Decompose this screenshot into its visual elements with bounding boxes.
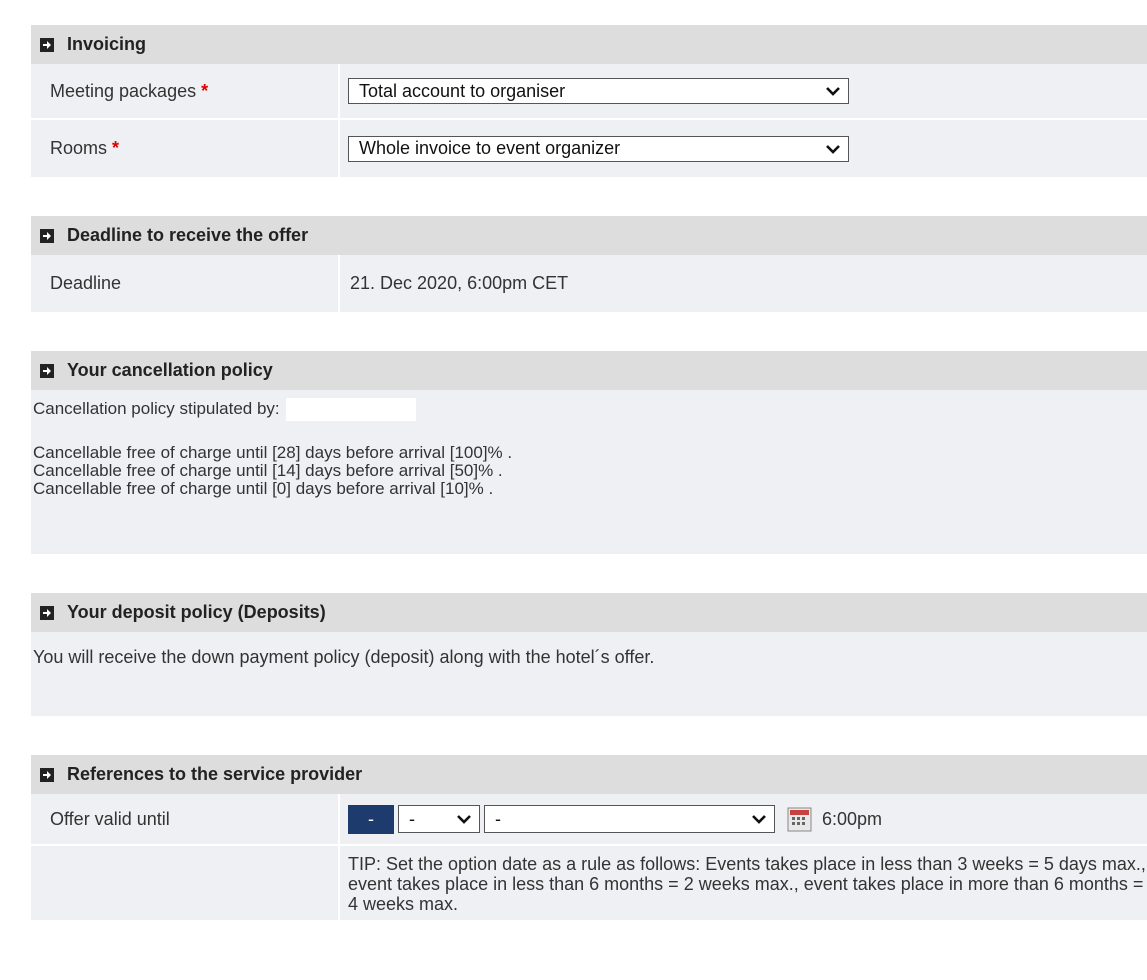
rooms-label-cell: Rooms *: [31, 120, 340, 177]
tip-label-cell: [31, 846, 340, 920]
invoicing-section: Invoicing Meeting packages * Total accou…: [31, 25, 1147, 177]
day-button[interactable]: -: [348, 804, 394, 834]
cancellation-body: Cancellation policy stipulated by: Cance…: [31, 390, 1147, 554]
deposit-header: Your deposit policy (Deposits): [31, 593, 1147, 632]
required-mark: *: [112, 138, 120, 158]
deadline-label: Deadline: [50, 273, 122, 293]
meeting-packages-row: Meeting packages * Total account to orga…: [31, 64, 1147, 120]
offer-valid-row: Offer valid until - - - 6:00pm: [31, 794, 1147, 846]
offer-valid-label-cell: Offer valid until: [31, 794, 340, 844]
cancellation-line: Cancellable free of charge until [0] day…: [33, 479, 494, 498]
cancellation-line: Cancellable free of charge until [28] da…: [33, 443, 513, 462]
stipulated-by-label: Cancellation policy stipulated by:: [33, 399, 280, 418]
meeting-packages-selected: Total account to organiser: [359, 80, 566, 101]
year-selected: -: [495, 808, 501, 829]
meeting-packages-value-cell: Total account to organiser: [340, 64, 1147, 118]
rooms-row: Rooms * Whole invoice to event organizer: [31, 120, 1147, 177]
meeting-packages-label: Meeting packages: [50, 80, 197, 101]
meeting-packages-select[interactable]: Total account to organiser: [348, 78, 849, 104]
deadline-label-cell: Deadline: [31, 255, 340, 312]
chevron-down-icon: [457, 815, 471, 824]
deadline-title: Deadline to receive the offer: [67, 225, 309, 245]
references-header: References to the service provider: [31, 755, 1147, 794]
stipulated-by-field: [285, 397, 416, 421]
deposit-section: Your deposit policy (Deposits) You will …: [31, 593, 1147, 716]
deposit-text: You will receive the down payment policy…: [33, 647, 655, 667]
invoicing-header: Invoicing: [31, 25, 1147, 64]
stipulated-by-row: Cancellation policy stipulated by:: [33, 394, 1147, 424]
offer-valid-label: Offer valid until: [50, 808, 170, 829]
offer-valid-value-cell: - - - 6:00pm: [340, 794, 1147, 844]
rooms-value-cell: Whole invoice to event organizer: [340, 120, 1147, 177]
deposit-title: Your deposit policy (Deposits): [67, 602, 326, 622]
required-mark: *: [201, 80, 209, 101]
deadline-header: Deadline to receive the offer: [31, 216, 1147, 255]
references-title: References to the service provider: [67, 764, 363, 784]
month-selected: -: [409, 808, 415, 829]
section-arrow-icon: [40, 363, 54, 378]
tip-value-cell: TIP: Set the option date as a rule as fo…: [340, 846, 1147, 920]
chevron-down-icon: [826, 87, 840, 96]
cancellation-section: Your cancellation policy Cancellation po…: [31, 351, 1147, 554]
rooms-label: Rooms: [50, 138, 108, 158]
chevron-down-icon: [826, 144, 840, 154]
references-section: References to the service provider Offer…: [31, 755, 1147, 920]
deadline-section: Deadline to receive the offer Deadline 2…: [31, 216, 1147, 312]
cancellation-title: Your cancellation policy: [67, 360, 273, 380]
deadline-value: 21. Dec 2020, 6:00pm CET: [350, 273, 569, 293]
month-select[interactable]: -: [398, 805, 480, 833]
deadline-row: Deadline 21. Dec 2020, 6:00pm CET: [31, 255, 1147, 312]
rooms-selected: Whole invoice to event organizer: [359, 138, 621, 158]
deposit-body: You will receive the down payment policy…: [31, 632, 1147, 716]
invoicing-title: Invoicing: [67, 34, 147, 54]
cancellation-line: Cancellable free of charge until [14] da…: [33, 461, 503, 480]
section-arrow-icon: [40, 767, 54, 782]
meeting-packages-label-cell: Meeting packages *: [31, 64, 340, 118]
chevron-down-icon: [752, 815, 766, 824]
section-arrow-icon: [40, 37, 54, 52]
form-page: Invoicing Meeting packages * Total accou…: [31, 25, 1147, 959]
deadline-value-cell: 21. Dec 2020, 6:00pm CET: [340, 255, 1147, 312]
year-select[interactable]: -: [484, 805, 775, 833]
calendar-icon[interactable]: [787, 807, 812, 832]
cancellation-header: Your cancellation policy: [31, 351, 1147, 390]
rooms-select[interactable]: Whole invoice to event organizer: [348, 135, 849, 162]
section-arrow-icon: [40, 605, 54, 620]
tip-text: TIP: Set the option date as a rule as fo…: [348, 854, 1146, 914]
section-arrow-icon: [40, 228, 54, 243]
offer-valid-time: 6:00pm: [822, 808, 883, 829]
cancellation-lines: Cancellable free of charge until [28] da…: [33, 444, 1147, 498]
tip-row: TIP: Set the option date as a rule as fo…: [31, 846, 1147, 920]
